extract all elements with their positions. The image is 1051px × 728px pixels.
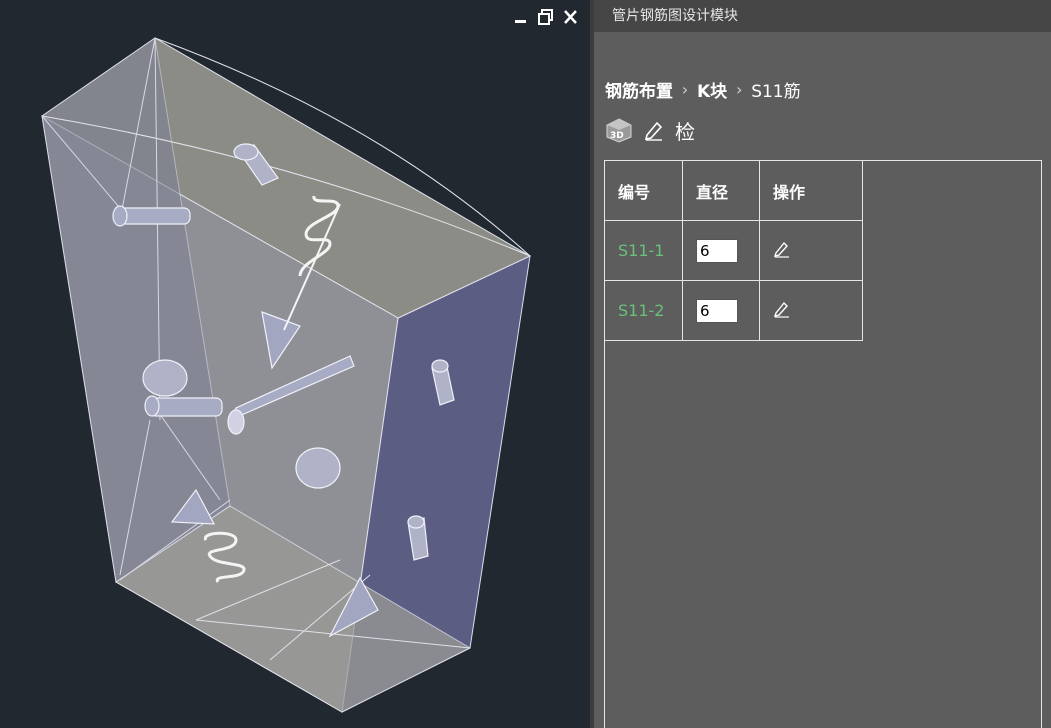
header-diameter: 直径 — [682, 160, 760, 221]
chevron-right-icon: › — [681, 79, 689, 99]
breadcrumb: 钢筋布置 › K块 › S11筋 — [605, 76, 801, 102]
diameter-input[interactable] — [696, 298, 738, 323]
table-header-row: 编号 直径 操作 — [604, 160, 863, 221]
rebar-table-frame: 编号 直径 操作 S11-1 S11-2 — [604, 160, 1042, 728]
svg-text:3D: 3D — [610, 131, 624, 141]
table-row: S11-1 — [604, 220, 863, 281]
pencil-icon[interactable] — [643, 119, 665, 141]
pencil-icon[interactable] — [773, 300, 791, 322]
close-icon[interactable] — [562, 8, 580, 26]
rebar-code: S11-1 — [604, 220, 683, 281]
diameter-input[interactable] — [696, 238, 738, 263]
table-row: S11-2 — [604, 280, 863, 341]
diameter-cell — [682, 280, 760, 341]
breadcrumb-item-s11: S11筋 — [751, 81, 801, 102]
header-action: 操作 — [759, 160, 863, 221]
rebar-table: 编号 直径 操作 S11-1 S11-2 — [604, 160, 863, 341]
segment-3d-model — [41, 37, 532, 713]
diameter-cell — [682, 220, 760, 281]
header-code: 编号 — [604, 160, 683, 221]
3d-viewport[interactable] — [0, 0, 590, 728]
breadcrumb-item-k-block[interactable]: K块 — [697, 77, 727, 102]
panel-title: 管片钢筋图设计模块 — [594, 0, 1051, 32]
pencil-icon[interactable] — [773, 240, 791, 262]
action-cell — [759, 220, 863, 281]
chevron-right-icon: › — [735, 79, 743, 99]
breadcrumb-item-rebar-layout[interactable]: 钢筋布置 — [605, 77, 673, 102]
design-panel: 管片钢筋图设计模块 钢筋布置 › K块 › S11筋 3D 检 编号 直径 操作… — [594, 0, 1051, 728]
toolbar: 3D 检 — [605, 114, 695, 146]
check-button[interactable]: 检 — [675, 116, 695, 145]
action-cell — [759, 280, 863, 341]
minimize-icon[interactable] — [512, 8, 530, 26]
rebar-code: S11-2 — [604, 280, 683, 341]
restore-icon[interactable] — [537, 8, 555, 26]
3d-icon[interactable]: 3D — [605, 117, 633, 143]
